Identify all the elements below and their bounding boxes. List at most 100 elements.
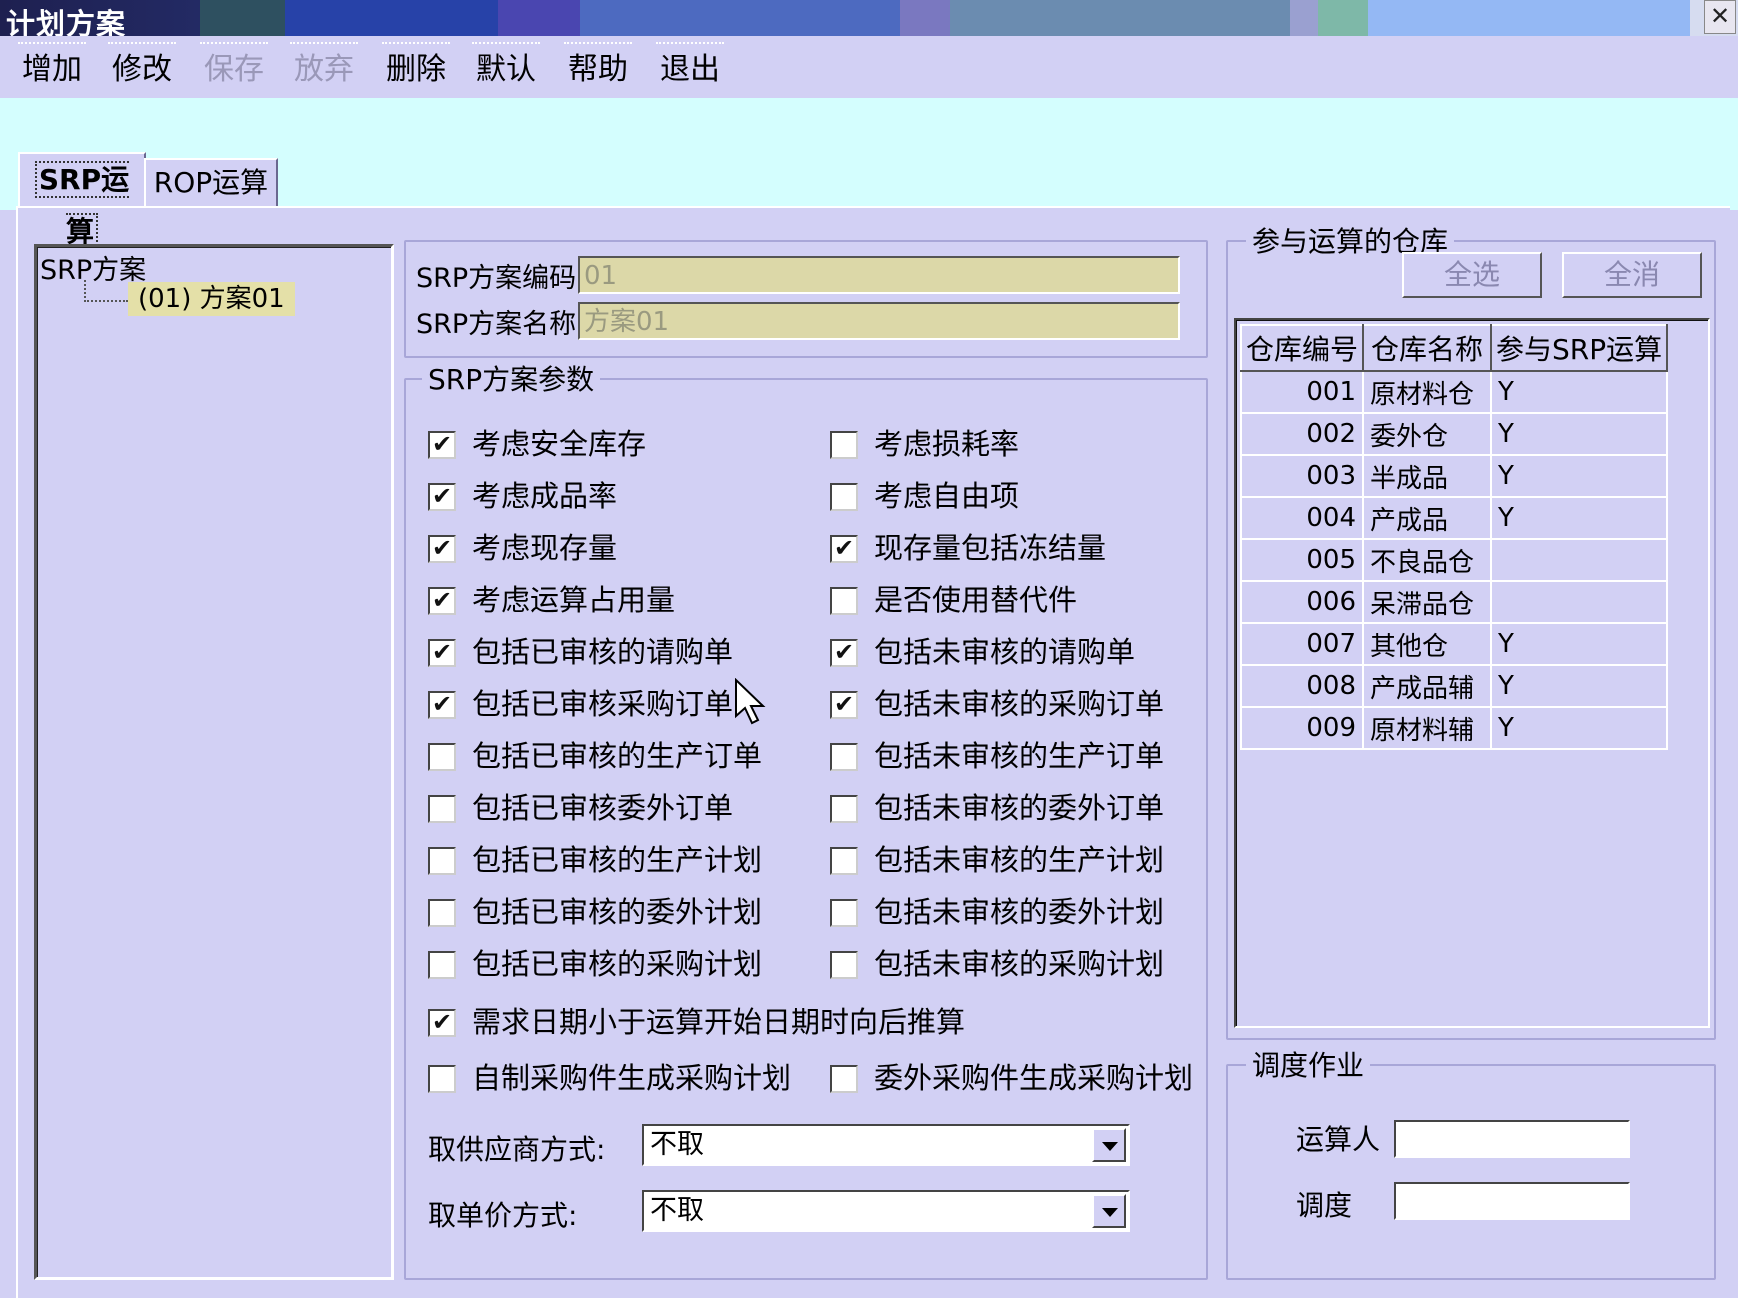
checkbox-right-4[interactable]: 包括未审核的请购单 <box>830 632 1135 672</box>
edit-button[interactable]: 修改 <box>108 42 176 92</box>
discard-button[interactable]: 放弃 <box>290 42 358 92</box>
table-cell-name[interactable]: 呆滞品仓 <box>1362 580 1493 624</box>
checkbox-box[interactable] <box>428 899 456 927</box>
table-cell-code[interactable]: 007 <box>1239 622 1365 666</box>
scheme-tree[interactable] <box>34 244 394 1280</box>
select-all-button[interactable]: 全选 <box>1402 252 1542 298</box>
table-row[interactable]: 002 委外仓 Y <box>1239 412 1669 456</box>
table-row[interactable]: 006 呆滞品仓 <box>1239 580 1669 624</box>
checkbox-box[interactable] <box>428 795 456 823</box>
table-cell-flag[interactable]: Y <box>1490 664 1669 708</box>
table-cell-name[interactable]: 原材料辅 <box>1362 706 1493 750</box>
table-cell-flag[interactable]: Y <box>1490 496 1669 540</box>
table-cell-name[interactable]: 委外仓 <box>1362 412 1493 456</box>
table-cell-flag[interactable] <box>1490 580 1669 624</box>
checkbox-box[interactable] <box>428 687 456 721</box>
add-button[interactable]: 增加 <box>18 42 86 92</box>
checkbox-box[interactable] <box>830 635 858 669</box>
checkbox-box[interactable] <box>830 899 858 927</box>
checkbox-left-4[interactable]: 包括已审核的请购单 <box>428 632 733 672</box>
default-button[interactable]: 默认 <box>472 42 540 92</box>
deselect-all-button[interactable]: 全消 <box>1562 252 1702 298</box>
checkbox-box[interactable] <box>830 431 858 459</box>
table-cell-code[interactable]: 008 <box>1239 664 1365 708</box>
table-cell-name[interactable]: 原材料仓 <box>1362 370 1493 414</box>
checkbox-right-9[interactable]: 包括未审核的委外计划 <box>830 892 1164 932</box>
checkbox-box[interactable] <box>830 531 858 565</box>
checkbox-box[interactable] <box>830 847 858 875</box>
table-cell-code[interactable]: 001 <box>1239 370 1365 414</box>
checkbox-box[interactable] <box>830 483 858 511</box>
warehouse-table[interactable]: 仓库编号 仓库名称 参与SRP运算 001 原材料仓 Y 002 委外仓 Y 003 半成品 Y 00… <box>1234 318 1710 1028</box>
dropdown-arrow-icon[interactable] <box>1092 1128 1126 1162</box>
checkbox-left-9[interactable]: 包括已审核的委外计划 <box>428 892 762 932</box>
checkbox-backward-schedule[interactable]: 需求日期小于运算开始日期时向后推算 <box>428 1002 965 1042</box>
table-cell-name[interactable]: 不良品仓 <box>1362 538 1493 582</box>
save-button[interactable]: 保存 <box>200 42 268 92</box>
scheme-name-field[interactable]: 方案01 <box>578 302 1180 340</box>
table-cell-code[interactable]: 004 <box>1239 496 1365 540</box>
checkbox-right-10[interactable]: 包括未审核的采购计划 <box>830 944 1164 984</box>
checkbox-box[interactable] <box>428 743 456 771</box>
checkbox-box[interactable] <box>428 479 456 513</box>
tab-srp[interactable]: SRP运算 <box>18 152 146 250</box>
table-cell-code[interactable]: 003 <box>1239 454 1365 498</box>
table-cell-name[interactable]: 产成品 <box>1362 496 1493 540</box>
scheme-code-field[interactable]: 01 <box>578 256 1180 294</box>
checkbox-left-7[interactable]: 包括已审核委外订单 <box>428 788 733 828</box>
checkbox-outsourced[interactable]: 委外采购件生成采购计划 <box>830 1058 1193 1098</box>
delete-button[interactable]: 删除 <box>382 42 450 92</box>
table-cell-flag[interactable]: Y <box>1490 370 1669 414</box>
table-cell-code[interactable]: 006 <box>1239 580 1365 624</box>
checkbox-left-0[interactable]: 考虑安全库存 <box>428 424 646 464</box>
table-row[interactable]: 009 原材料辅 Y <box>1239 706 1669 750</box>
checkbox-right-8[interactable]: 包括未审核的生产计划 <box>830 840 1164 880</box>
checkbox-box[interactable] <box>830 687 858 721</box>
column-header-2[interactable]: 参与SRP运算 <box>1490 324 1669 372</box>
help-button[interactable]: 帮助 <box>564 42 632 92</box>
checkbox-box[interactable] <box>428 427 456 461</box>
checkbox-right-2[interactable]: 现存量包括冻结量 <box>830 528 1106 568</box>
table-cell-flag[interactable]: Y <box>1490 454 1669 498</box>
checkbox-box[interactable] <box>830 951 858 979</box>
checkbox-box[interactable] <box>428 847 456 875</box>
checkbox-box[interactable] <box>428 583 456 617</box>
checkbox-left-6[interactable]: 包括已审核的生产订单 <box>428 736 762 776</box>
table-row[interactable]: 001 原材料仓 Y <box>1239 370 1669 414</box>
checkbox-left-10[interactable]: 包括已审核的采购计划 <box>428 944 762 984</box>
table-row[interactable]: 004 产成品 Y <box>1239 496 1669 540</box>
checkbox-right-3[interactable]: 是否使用替代件 <box>830 580 1077 620</box>
table-cell-code[interactable]: 005 <box>1239 538 1365 582</box>
checkbox-left-1[interactable]: 考虑成品率 <box>428 476 617 516</box>
table-cell-name[interactable]: 半成品 <box>1362 454 1493 498</box>
schedule-field[interactable] <box>1394 1182 1630 1220</box>
checkbox-box[interactable] <box>428 531 456 565</box>
operator-field[interactable] <box>1394 1120 1630 1158</box>
table-cell-flag[interactable]: Y <box>1490 412 1669 456</box>
table-row[interactable]: 008 产成品辅 Y <box>1239 664 1669 708</box>
table-row[interactable]: 003 半成品 Y <box>1239 454 1669 498</box>
table-cell-code[interactable]: 009 <box>1239 706 1365 750</box>
checkbox-self-made[interactable]: 自制采购件生成采购计划 <box>428 1058 791 1098</box>
column-header-1[interactable]: 仓库名称 <box>1362 324 1493 372</box>
table-row[interactable]: 005 不良品仓 <box>1239 538 1669 582</box>
dropdown-arrow-icon[interactable] <box>1092 1194 1126 1228</box>
checkbox-left-8[interactable]: 包括已审核的生产计划 <box>428 840 762 880</box>
checkbox-right-6[interactable]: 包括未审核的生产订单 <box>830 736 1164 776</box>
tab-rop[interactable]: ROP运算 <box>144 158 278 206</box>
checkbox-box[interactable] <box>428 1065 456 1093</box>
table-cell-flag[interactable]: Y <box>1490 622 1669 666</box>
checkbox-box[interactable] <box>830 587 858 615</box>
table-cell-name[interactable]: 产成品辅 <box>1362 664 1493 708</box>
price-mode-select[interactable]: 不取 <box>642 1190 1130 1232</box>
checkbox-right-1[interactable]: 考虑自由项 <box>830 476 1019 516</box>
supplier-mode-select[interactable]: 不取 <box>642 1124 1130 1166</box>
checkbox-box[interactable] <box>428 635 456 669</box>
table-cell-name[interactable]: 其他仓 <box>1362 622 1493 666</box>
table-row[interactable]: 007 其他仓 Y <box>1239 622 1669 666</box>
table-cell-flag[interactable] <box>1490 538 1669 582</box>
checkbox-right-0[interactable]: 考虑损耗率 <box>830 424 1019 464</box>
table-cell-flag[interactable]: Y <box>1490 706 1669 750</box>
checkbox-box[interactable] <box>830 743 858 771</box>
checkbox-left-3[interactable]: 考虑运算占用量 <box>428 580 675 620</box>
